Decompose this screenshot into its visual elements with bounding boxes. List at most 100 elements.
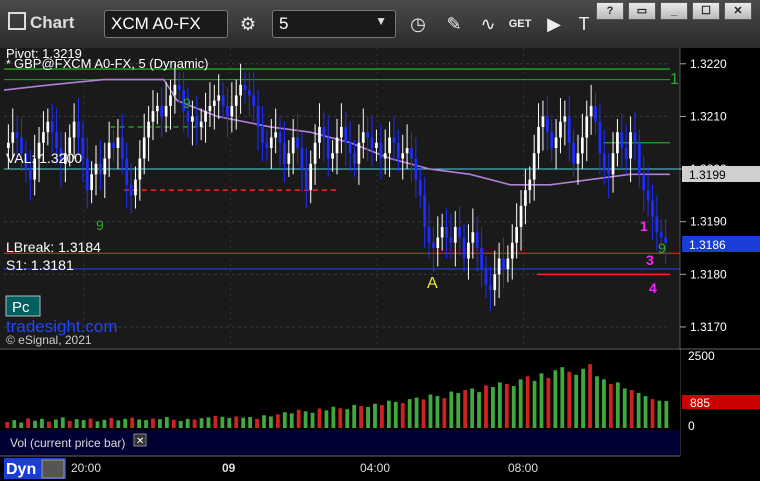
volume-bar bbox=[359, 406, 364, 428]
volume-bar bbox=[352, 404, 357, 428]
help-button[interactable]: ? bbox=[596, 2, 624, 20]
interval-value: 5 bbox=[279, 14, 289, 33]
candle-body bbox=[392, 137, 396, 143]
candle-body bbox=[125, 158, 129, 185]
candle-body bbox=[559, 121, 562, 138]
candle-body bbox=[344, 126, 348, 143]
candle-body bbox=[335, 137, 339, 154]
candle-body bbox=[396, 142, 400, 159]
candle-body bbox=[471, 232, 475, 243]
studies-icon[interactable]: ∿ bbox=[474, 10, 502, 38]
candle-body bbox=[186, 111, 190, 122]
volume-bar bbox=[248, 417, 253, 428]
candle-body bbox=[46, 121, 50, 133]
volume-bar bbox=[255, 418, 259, 428]
volume-bar bbox=[137, 419, 142, 428]
volume-bar bbox=[178, 421, 183, 428]
price-tick-label: 1.3190 bbox=[690, 215, 727, 229]
chevron-down-icon: ▼ bbox=[375, 14, 387, 28]
settings-gear-icon[interactable]: ⚙ bbox=[234, 10, 262, 38]
price-tick-label: 1.3220 bbox=[690, 57, 727, 71]
candle-body bbox=[633, 132, 637, 143]
volume-bar bbox=[664, 401, 669, 428]
volume-bar bbox=[629, 390, 634, 428]
candle-body bbox=[585, 116, 589, 138]
restore-button[interactable]: ▭ bbox=[628, 2, 656, 20]
candle-body bbox=[15, 132, 19, 138]
candle-body bbox=[532, 153, 536, 180]
window-controls: ? ▭ _ ☐ ✕ bbox=[596, 0, 760, 22]
volume-bar bbox=[310, 412, 315, 428]
candle-body bbox=[234, 95, 238, 106]
volume-bar bbox=[491, 386, 495, 428]
volume-bar bbox=[428, 394, 433, 428]
volume-bar bbox=[123, 418, 128, 428]
candle-body bbox=[226, 105, 229, 117]
candle-body bbox=[138, 158, 142, 180]
candle-body bbox=[370, 137, 374, 148]
volume-bar bbox=[282, 412, 287, 428]
volume-bar bbox=[456, 393, 461, 428]
candle-body bbox=[655, 216, 659, 233]
symbol-input[interactable]: XCM A0-FX bbox=[104, 10, 228, 38]
minimize-button[interactable]: _ bbox=[660, 2, 688, 20]
zoom-icon[interactable] bbox=[41, 459, 65, 479]
candle-body bbox=[449, 237, 453, 243]
volume-bar bbox=[220, 416, 225, 428]
dyn-label: Dyn bbox=[6, 461, 36, 478]
text-icon[interactable]: T bbox=[570, 10, 598, 38]
volume-bar bbox=[40, 418, 44, 428]
volume-bar bbox=[81, 420, 86, 428]
candle-body bbox=[278, 132, 282, 143]
candle-body bbox=[199, 121, 203, 127]
candle-body bbox=[204, 111, 207, 122]
candle-body bbox=[484, 269, 488, 285]
candle-body bbox=[107, 142, 111, 159]
get-icon[interactable]: GET bbox=[506, 10, 534, 38]
candle-body bbox=[541, 116, 545, 127]
volume-tick-bottom: 0 bbox=[688, 419, 695, 433]
candle-body bbox=[50, 121, 54, 133]
candle-body bbox=[624, 148, 628, 159]
volume-bar bbox=[88, 418, 93, 428]
volume-bar bbox=[95, 421, 100, 428]
candle-body bbox=[436, 237, 440, 248]
candle-body bbox=[221, 95, 225, 106]
volume-bar bbox=[213, 415, 218, 428]
volume-bar bbox=[151, 418, 155, 428]
volume-bar bbox=[636, 393, 641, 428]
pencil-icon[interactable]: ✎ bbox=[440, 10, 468, 38]
candle-body bbox=[318, 126, 321, 143]
candle-body bbox=[581, 137, 584, 154]
candle-body bbox=[554, 137, 558, 148]
interval-select[interactable]: 5 ▼ bbox=[272, 10, 396, 38]
volume-bar bbox=[185, 418, 190, 428]
price-tick-label: 1.3210 bbox=[690, 109, 727, 123]
candle-body bbox=[331, 153, 334, 159]
candle-body bbox=[598, 121, 602, 154]
volume-bar bbox=[227, 417, 232, 428]
candle-body bbox=[129, 184, 133, 196]
volume-bar bbox=[393, 401, 398, 428]
volume-bar bbox=[442, 398, 447, 428]
clock-icon[interactable]: ◷ bbox=[404, 10, 432, 38]
candle-body bbox=[212, 100, 216, 106]
close-button[interactable]: ✕ bbox=[724, 2, 752, 20]
candle-body bbox=[405, 148, 409, 154]
volume-bar bbox=[581, 368, 586, 428]
candle-body bbox=[528, 179, 532, 191]
volume-bar bbox=[366, 407, 370, 428]
play-icon[interactable]: ▶ bbox=[540, 10, 568, 38]
val-label: VAL: 1.3200 bbox=[6, 150, 82, 166]
candle-body bbox=[173, 84, 177, 96]
candle-body bbox=[177, 84, 181, 91]
candle-body bbox=[410, 148, 413, 159]
volume-bar bbox=[269, 416, 273, 428]
candle-body bbox=[99, 163, 102, 175]
volume-bar bbox=[47, 421, 51, 428]
candle-body bbox=[401, 153, 405, 159]
marker-3: 3 bbox=[646, 252, 654, 268]
volume-bar bbox=[421, 399, 426, 428]
volume-bar bbox=[109, 417, 114, 428]
maximize-button[interactable]: ☐ bbox=[692, 2, 720, 20]
